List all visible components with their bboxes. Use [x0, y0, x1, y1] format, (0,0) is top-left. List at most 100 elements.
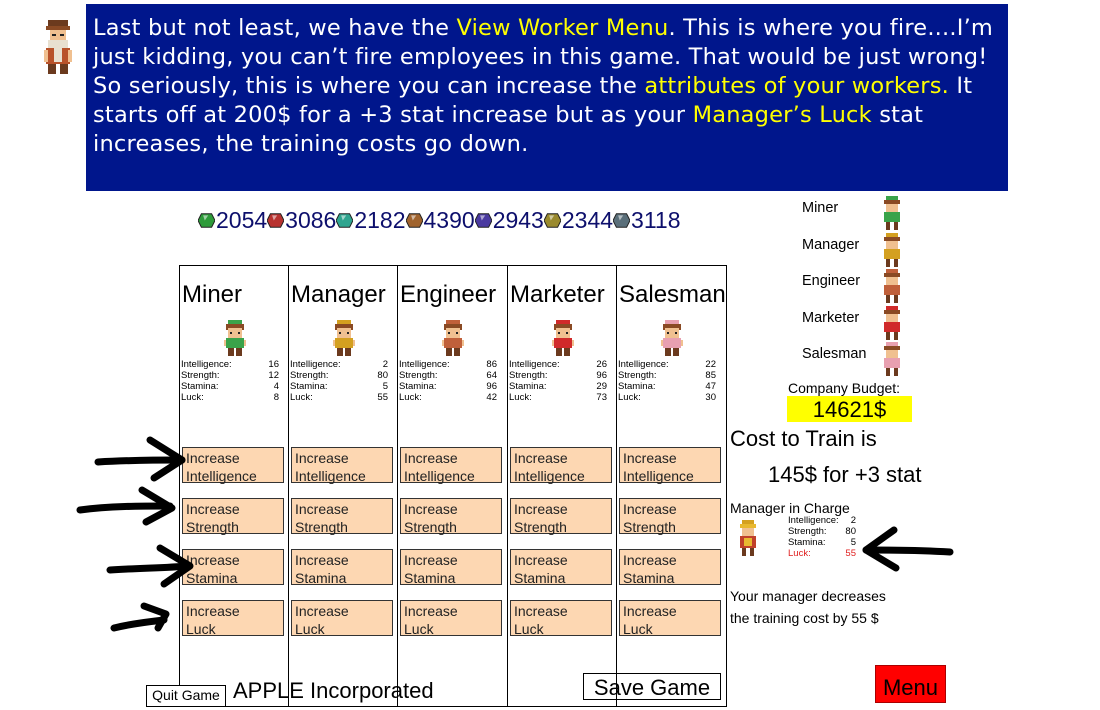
green-gem-icon — [198, 212, 215, 228]
stat-value-luck: 42 — [486, 392, 497, 403]
stat-value-strength: 85 — [705, 370, 716, 381]
resource-value: 3118 — [631, 206, 681, 233]
increase-stamina-button[interactable]: Increase Stamina — [510, 549, 612, 586]
stat-value-intelligence: 86 — [486, 359, 497, 370]
stat-value-intelligence: 22 — [705, 359, 716, 370]
stat-value-stamina: 29 — [596, 381, 607, 392]
button-line-stat: Intelligence — [295, 468, 366, 484]
increase-strength-button[interactable]: Increase Strength — [510, 498, 612, 535]
dialog-text: Last but not least, we have the — [93, 15, 457, 41]
manager-in-charge-sprite — [740, 520, 756, 556]
stat-value-luck: 55 — [377, 392, 388, 403]
button-line-increase: Increase — [295, 501, 349, 517]
button-line-increase: Increase — [514, 603, 568, 619]
button-line-increase: Increase — [295, 552, 349, 568]
worker-stats: Intelligence: 16 Strength: 12 Stamina: 4 Luck:… — [181, 359, 279, 403]
legend-label: Engineer — [802, 273, 861, 289]
manager-in-charge-stats: Intelligence: 2 Strength: 80 Stamina: 5 Luc… — [788, 515, 856, 559]
worker-sprite — [550, 320, 576, 361]
worker-stats: Intelligence: 22 Strength: 85 Stamina: 47 Luck… — [618, 359, 716, 403]
stat-label: Stamina: — [399, 381, 437, 392]
button-line-stat: Intelligence — [514, 468, 585, 484]
stat-label: Intelligence: — [399, 359, 450, 370]
increase-stamina-button[interactable]: Increase Stamina — [400, 549, 502, 586]
resource-item: 2182 — [336, 207, 406, 234]
stat-label: Luck: — [618, 392, 641, 403]
button-line-increase: Increase — [186, 450, 240, 466]
button-line-increase: Increase — [514, 501, 568, 517]
stat-value-intelligence: 2 — [382, 359, 388, 370]
increase-intelligence-button[interactable]: Increase Intelligence — [291, 447, 393, 484]
increase-intelligence-button[interactable]: Increase Intelligence — [400, 447, 502, 484]
worker-stats: Intelligence: 2 Strength: 80 Stamina: 5 Luck: 5… — [290, 359, 388, 403]
luck-annotation-arrow — [862, 526, 954, 572]
increase-luck-button[interactable]: Increase Luck — [619, 600, 721, 637]
increase-stamina-button[interactable]: Increase Stamina — [291, 549, 393, 586]
button-line-increase: Increase — [295, 450, 349, 466]
resource-value: 2054 — [216, 206, 268, 233]
quit-game-button[interactable]: Quit Game — [146, 685, 226, 707]
mic-str-label: Strength: — [788, 526, 827, 537]
button-line-stat: Luck — [623, 621, 653, 637]
increase-stamina-button[interactable]: Increase Stamina — [619, 549, 721, 586]
increase-strength-button[interactable]: Increase Strength — [291, 498, 393, 535]
increase-luck-button[interactable]: Increase Luck — [510, 600, 612, 637]
increase-strength-button[interactable]: Increase Strength — [619, 498, 721, 535]
stat-value-stamina: 96 — [486, 381, 497, 392]
button-line-increase: Increase — [186, 603, 240, 619]
menu-button[interactable]: Menu — [875, 665, 946, 703]
button-line-increase: Increase — [623, 450, 677, 466]
stat-label: Intelligence: — [509, 359, 560, 370]
increase-strength-button[interactable]: Increase Strength — [400, 498, 502, 535]
resource-item: 2054 — [198, 207, 267, 234]
resource-value: 3086 — [285, 206, 337, 233]
button-line-stat: Stamina — [295, 570, 347, 586]
mic-int-value: 2 — [850, 515, 856, 526]
worker-sprite — [222, 320, 248, 361]
button-line-increase: Increase — [623, 603, 677, 619]
save-game-button[interactable]: Save Game — [583, 673, 721, 700]
legend-label: Salesman — [802, 346, 867, 362]
cost-line-2: 145$ for +3 stat — [768, 462, 922, 487]
stat-label: Luck: — [290, 392, 313, 403]
button-line-increase: Increase — [404, 450, 458, 466]
legend-label: Miner — [802, 200, 839, 216]
resource-item: 2943 — [474, 207, 544, 234]
dialog-highlight: View Worker Menu — [456, 15, 669, 41]
button-line-increase: Increase — [514, 552, 568, 568]
increase-intelligence-button[interactable]: Increase Intelligence — [510, 447, 612, 484]
button-line-stat: Intelligence — [186, 468, 257, 484]
button-line-increase: Increase — [404, 603, 458, 619]
note-line-2: the training cost by 55 $ — [730, 610, 879, 626]
button-line-increase: Increase — [404, 552, 458, 568]
worker-stats: Intelligence: 26 Strength: 96 Stamina: 29 Luck… — [509, 359, 607, 403]
worker-column-title: Marketer — [510, 281, 605, 308]
stat-label: Luck: — [399, 392, 422, 403]
stat-value-intelligence: 26 — [596, 359, 607, 370]
stat-value-luck: 30 — [705, 392, 716, 403]
mic-str-value: 80 — [845, 526, 856, 537]
tutorial-dialog: Last but not least, we have the View Wor… — [86, 4, 1008, 191]
stat-value-stamina: 47 — [705, 381, 716, 392]
red-gem-icon — [267, 212, 285, 228]
stat-label: Strength: — [290, 370, 329, 381]
button-line-stat: Intelligence — [404, 468, 475, 484]
teal-gem-icon — [336, 212, 354, 228]
stat-value-stamina: 4 — [273, 381, 279, 392]
stat-value-luck: 73 — [596, 392, 607, 403]
manager-in-charge-label: Manager in Charge — [730, 500, 850, 516]
stat-value-strength: 64 — [486, 370, 497, 381]
stat-label: Stamina: — [618, 381, 656, 392]
increase-luck-button[interactable]: Increase Luck — [291, 600, 393, 637]
worker-sprite — [659, 320, 685, 361]
worker-column-title: Engineer — [400, 281, 497, 308]
budget-label: Company Budget: — [788, 380, 901, 396]
stat-label: Luck: — [509, 392, 532, 403]
cost-line-1: Cost to Train is — [730, 426, 877, 451]
mic-sta-label: Stamina: — [788, 537, 826, 548]
resource-value: 2344 — [561, 206, 614, 233]
button-line-increase: Increase — [186, 552, 240, 568]
increase-luck-button[interactable]: Increase Luck — [400, 600, 502, 637]
stat-value-strength: 80 — [377, 370, 388, 381]
increase-intelligence-button[interactable]: Increase Intelligence — [619, 447, 721, 484]
